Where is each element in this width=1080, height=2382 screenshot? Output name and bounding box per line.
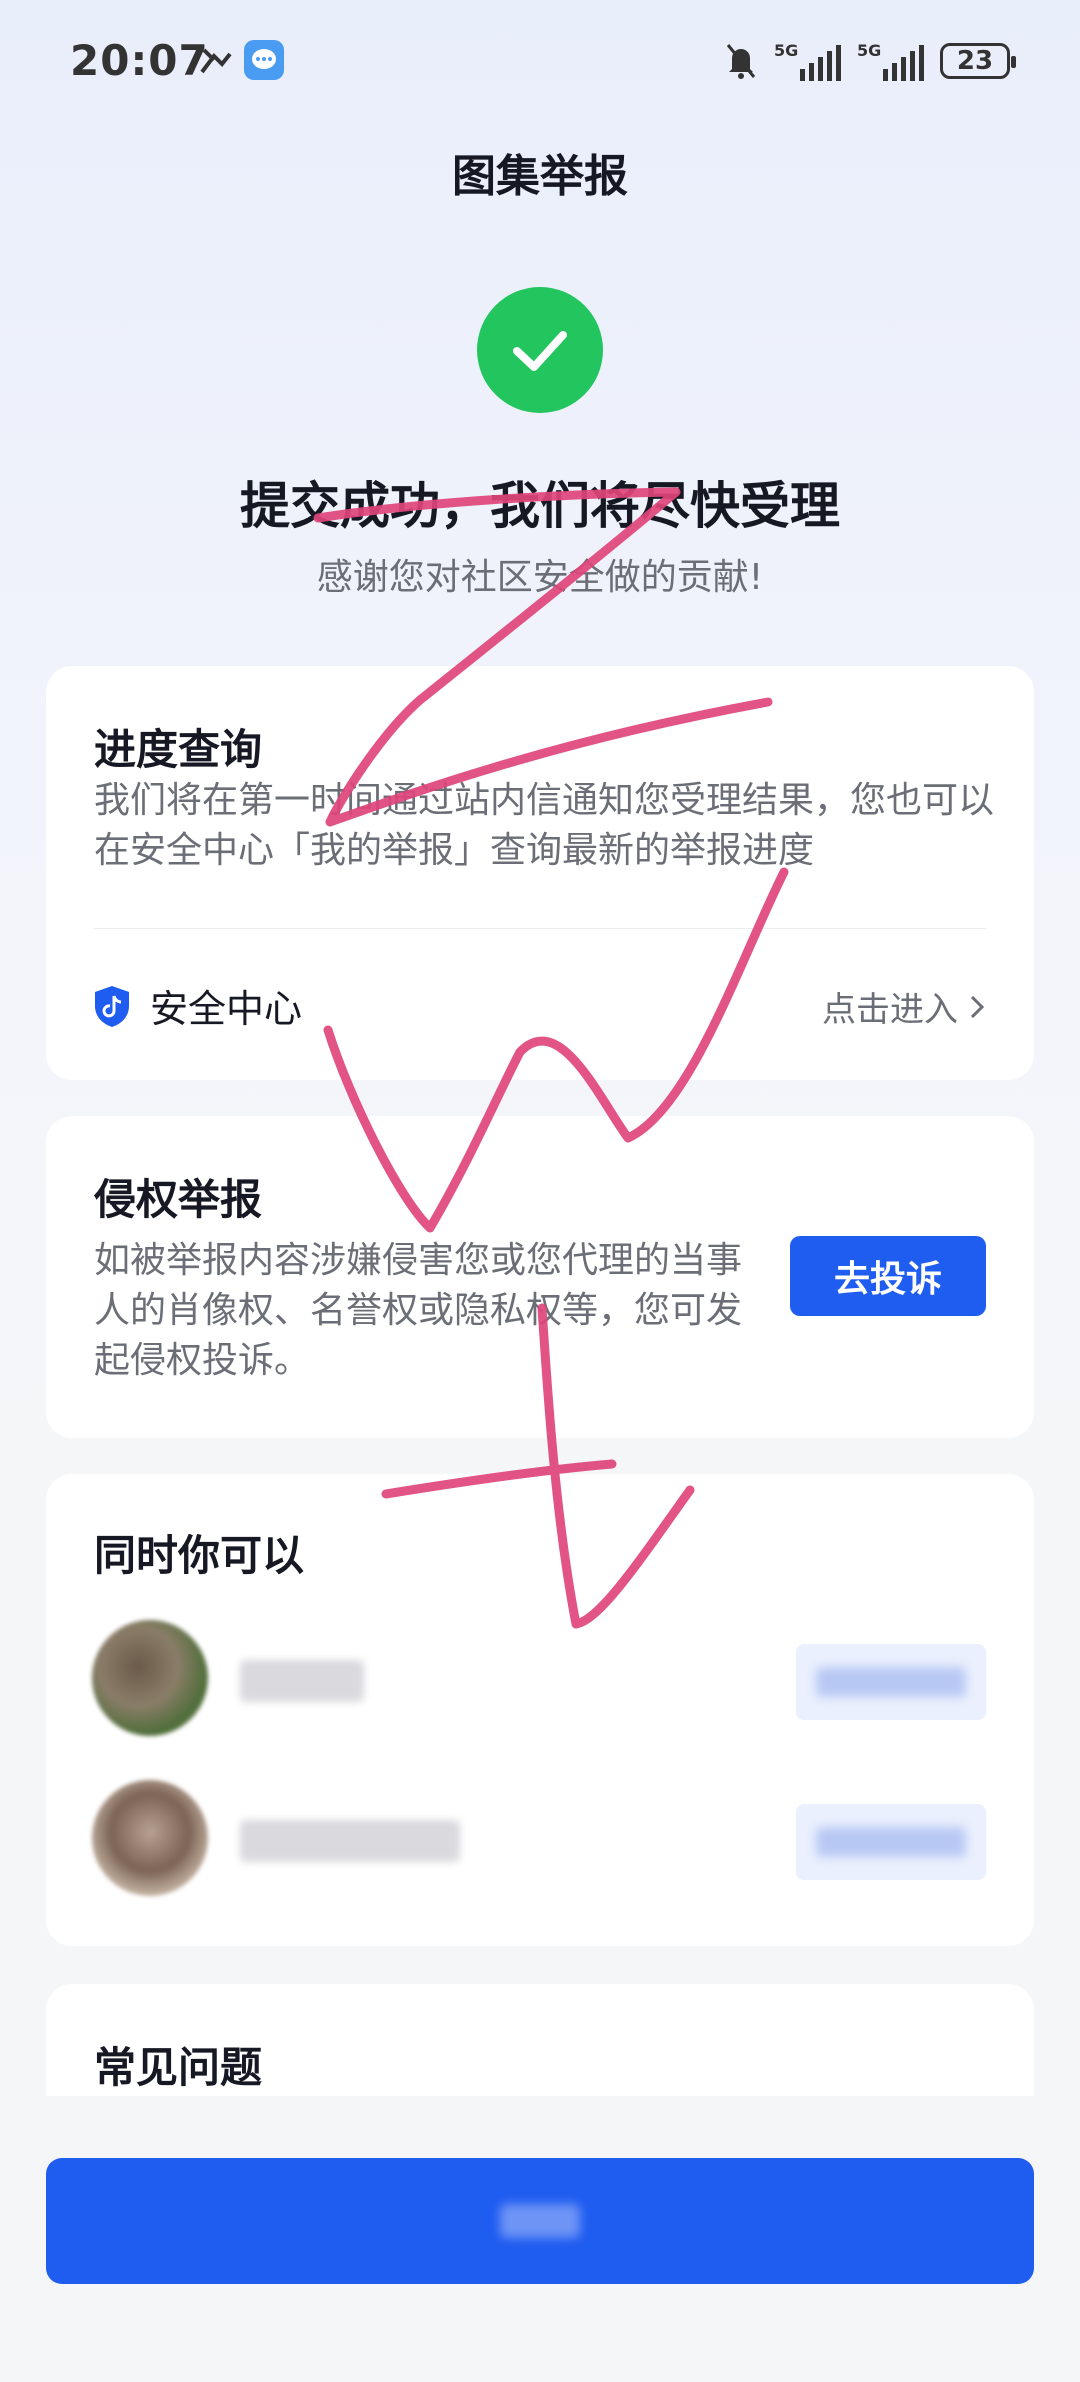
status-bar: 20:07 5G 5G 23 bbox=[0, 0, 1080, 120]
done-button-label-redacted bbox=[500, 2204, 580, 2238]
progress-title: 进度查询 bbox=[94, 725, 263, 774]
list-item[interactable] bbox=[46, 1780, 1034, 1910]
infringement-title: 侵权举报 bbox=[94, 1175, 263, 1224]
signal-2-icon: 5G bbox=[857, 41, 924, 81]
divider bbox=[94, 928, 986, 929]
enter-security-center-link[interactable]: 点击进入 bbox=[822, 982, 986, 1031]
follow-button[interactable] bbox=[796, 1804, 986, 1880]
follow-button[interactable] bbox=[796, 1644, 986, 1720]
security-center-label[interactable]: 安全中心 bbox=[150, 978, 302, 1033]
also-card: 同时你可以 bbox=[46, 1474, 1034, 1946]
infringement-card: 侵权举报 如被举报内容涉嫌侵害您或您代理的当事人的肖像权、名誉权或隐私权等，您可… bbox=[46, 1116, 1034, 1438]
user-name-redacted bbox=[240, 1660, 364, 1702]
page-title: 图集举报 bbox=[452, 151, 628, 202]
user-name-redacted bbox=[240, 1820, 460, 1862]
success-subtitle: 感谢您对社区安全做的贡献! bbox=[316, 557, 764, 598]
enter-link-label: 点击进入 bbox=[822, 990, 958, 1030]
status-time: 20:07 bbox=[70, 36, 209, 85]
battery-icon: 23 bbox=[940, 43, 1016, 79]
faq-title: 常见问题 bbox=[94, 2043, 263, 2092]
progress-card: 进度查询 我们将在第一时间通过站内信通知您受理结果，您也可以在安全中心「我的举报… bbox=[46, 666, 1034, 1080]
avatar bbox=[92, 1780, 208, 1896]
avatar bbox=[92, 1620, 208, 1736]
status-indicators: 5G 5G 23 bbox=[724, 38, 1016, 84]
also-title: 同时你可以 bbox=[94, 1531, 305, 1580]
infringement-description: 如被举报内容涉嫌侵害您或您代理的当事人的肖像权、名誉权或隐私权等，您可发起侵权投… bbox=[94, 1240, 743, 1381]
success-title: 提交成功，我们将尽快受理 bbox=[240, 477, 840, 535]
success-check-icon bbox=[477, 287, 603, 413]
progress-description: 我们将在第一时间通过站内信通知您受理结果，您也可以在安全中心「我的举报」查询最新… bbox=[94, 780, 995, 871]
complain-button[interactable]: 去投诉 bbox=[790, 1236, 986, 1316]
shield-icon bbox=[95, 986, 129, 1027]
signal-1-icon: 5G bbox=[774, 41, 841, 81]
done-button[interactable] bbox=[46, 2158, 1034, 2284]
list-item[interactable] bbox=[46, 1620, 1034, 1750]
message-icon bbox=[244, 40, 284, 80]
mute-bell-icon bbox=[726, 44, 756, 79]
missed-call-icon bbox=[200, 48, 232, 74]
chevron-right-icon bbox=[970, 995, 985, 1018]
